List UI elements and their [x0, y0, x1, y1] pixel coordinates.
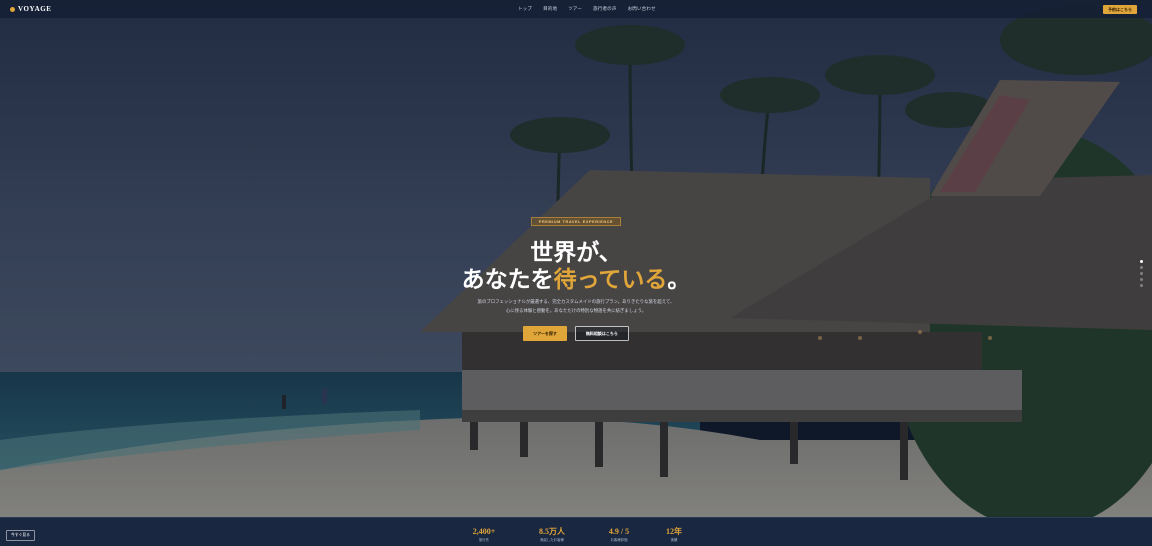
headline-line-2: あなたを待っている。 [0, 266, 1152, 293]
logo-text: VOYAGE [18, 5, 52, 13]
hero-subtitle: 旅のプロフェッショナルが厳選する、完全カスタムメイドの旅行プラン。ありきたりな旅… [0, 297, 1152, 315]
free-consultation-button[interactable]: 無料相談はこちら [574, 326, 629, 341]
slide-dot-1[interactable] [1140, 260, 1143, 263]
stat-rating: 4.9 / 5 お客様評価 [594, 527, 644, 542]
main-menu: トップ 目的地 ツアー 旅行者の声 お問い合わせ [518, 0, 656, 18]
find-tours-button[interactable]: ツアーを探す [523, 326, 567, 341]
slide-dot-4[interactable] [1140, 278, 1143, 281]
stats-bar: 今すぐ見る 2,400+ 旅行先 8.5万人 満足したお客様 4.9 / 5 お… [0, 517, 1152, 546]
stat-value: 4.9 / 5 [608, 527, 630, 536]
slide-dot-5[interactable] [1140, 284, 1143, 287]
booking-button[interactable]: 予約はこちら [1103, 5, 1137, 14]
stat-value: 8.5万人 [539, 527, 565, 536]
stat-label: 旅行先 [478, 538, 490, 542]
slide-dot-3[interactable] [1140, 272, 1143, 275]
stat-value: 2,400+ [472, 527, 496, 536]
menu-item-top[interactable]: トップ [518, 6, 532, 12]
headline-line-2-start: あなたを [461, 267, 554, 292]
top-navigation: VOYAGE トップ 目的地 ツアー 旅行者の声 お問い合わせ 予約はこちら [0, 0, 1152, 18]
slide-indicator [1140, 260, 1143, 287]
headline-line-2-end: 。 [667, 267, 691, 292]
hero-headline: 世界が、 あなたを待っている。 [0, 239, 1152, 293]
hero-content: PREMIUM TRAVEL EXPERIENCE 世界が、 あなたを待っている… [0, 210, 1152, 341]
headline-line-1: 世界が、 [530, 240, 622, 265]
stat-value: 12年 [666, 527, 682, 536]
menu-item-destinations[interactable]: 目的地 [543, 6, 557, 12]
hero-buttons: ツアーを探す 無料相談はこちら [0, 326, 1152, 341]
menu-item-tours[interactable]: ツアー [568, 6, 582, 12]
subtitle-line-1: 旅のプロフェッショナルが厳選する、完全カスタムメイドの旅行プラン。ありきたりな旅… [477, 299, 675, 304]
scroll-down-button[interactable]: 今すぐ見る [6, 530, 35, 541]
menu-item-testimonials[interactable]: 旅行者の声 [593, 6, 617, 12]
stat-label: お客様評価 [610, 538, 628, 542]
stat-label: 実績 [670, 538, 678, 542]
stat-customers: 8.5万人 満足したお客様 [527, 527, 577, 542]
slide-dot-2[interactable] [1140, 266, 1143, 269]
stat-years: 12年 実績 [649, 527, 699, 542]
stat-label: 満足したお客様 [540, 538, 564, 542]
logo[interactable]: VOYAGE [10, 5, 52, 13]
subtitle-line-2: 心に残る体験と感動を。あなただけの特別な物語を共に紡ぎましょう。 [505, 308, 647, 313]
hero-eyebrow-badge: PREMIUM TRAVEL EXPERIENCE [530, 217, 622, 226]
headline-accent: 待っている [553, 267, 668, 292]
stat-destinations: 2,400+ 旅行先 [459, 527, 509, 542]
logo-icon [10, 6, 15, 12]
menu-item-contact[interactable]: お問い合わせ [628, 6, 656, 12]
